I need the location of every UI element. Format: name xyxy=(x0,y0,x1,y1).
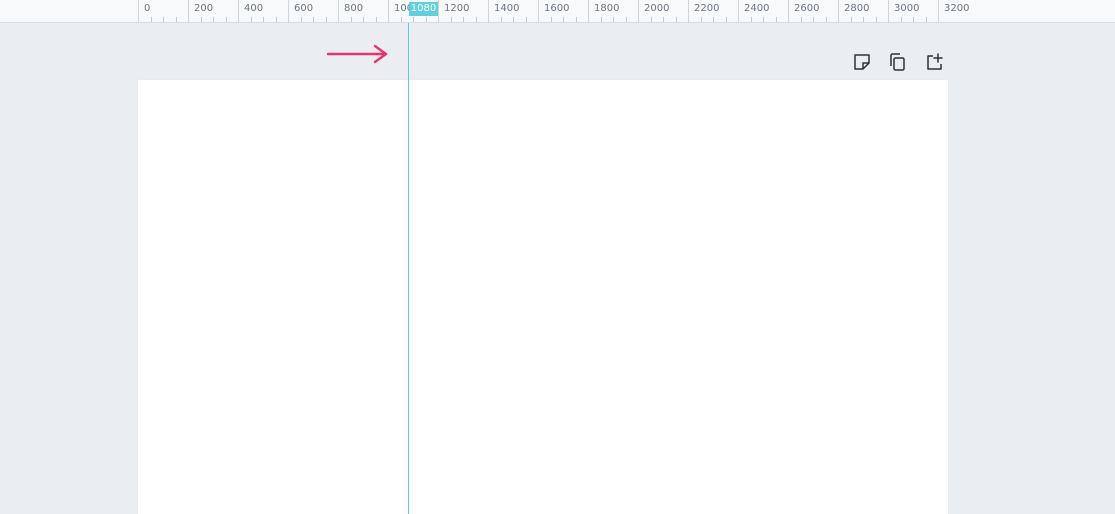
ruler-major-tick xyxy=(538,0,539,23)
add-page-icon xyxy=(923,51,945,73)
ruler-major-tick xyxy=(188,0,189,23)
ruler-minor-tick xyxy=(613,17,614,22)
ruler-minor-tick xyxy=(563,17,564,22)
ruler-minor-tick xyxy=(150,17,152,22)
ruler-label-3000: 3000 xyxy=(894,3,920,14)
ruler-label-2400: 2400 xyxy=(744,3,770,14)
ruler-minor-tick xyxy=(675,17,677,22)
ruler-major-tick xyxy=(238,0,239,23)
ruler-minor-tick xyxy=(850,17,852,22)
ruler-minor-tick xyxy=(713,17,714,22)
ruler-minor-tick xyxy=(163,17,164,22)
ruler-label-1200: 1200 xyxy=(444,3,470,14)
ruler-major-tick xyxy=(938,0,939,23)
ruler-minor-tick xyxy=(475,17,477,22)
ruler-minor-tick xyxy=(925,17,927,22)
ruler-major-tick xyxy=(738,0,739,23)
ruler-label-1600: 1600 xyxy=(544,3,570,14)
ruler-minor-tick xyxy=(663,17,664,22)
ruler-major-tick xyxy=(388,0,389,23)
ruler-minor-tick xyxy=(500,17,502,22)
ruler-minor-tick xyxy=(700,17,702,22)
ruler-major-tick xyxy=(688,0,689,23)
vertical-guide-line[interactable] xyxy=(408,23,409,514)
ruler-label-400: 400 xyxy=(244,3,264,14)
ruler-major-tick xyxy=(638,0,639,23)
ruler-major-tick xyxy=(838,0,839,23)
ruler-major-tick xyxy=(338,0,339,23)
guide-position-badge[interactable]: 1080 xyxy=(409,2,438,16)
ruler-minor-tick xyxy=(650,17,652,22)
ruler-minor-tick xyxy=(200,17,202,22)
duplicate-page-icon xyxy=(887,51,909,73)
ruler-minor-tick xyxy=(325,17,327,22)
ruler-label-2200: 2200 xyxy=(694,3,720,14)
ruler-minor-tick xyxy=(225,17,227,22)
add-note-icon xyxy=(851,51,873,73)
ruler-minor-tick xyxy=(263,17,264,22)
ruler-minor-tick xyxy=(813,17,814,22)
ruler-label-800: 800 xyxy=(344,3,364,14)
add-note-button[interactable] xyxy=(851,51,873,73)
arrow-right-icon xyxy=(326,44,390,70)
ruler-major-tick xyxy=(138,0,139,23)
ruler-label-2000: 2000 xyxy=(644,3,670,14)
ruler-minor-tick xyxy=(425,17,427,22)
ruler-minor-tick xyxy=(313,17,314,22)
ruler-major-tick xyxy=(488,0,489,23)
ruler-minor-tick xyxy=(250,17,252,22)
ruler-major-tick xyxy=(888,0,889,23)
ruler-minor-tick xyxy=(400,17,402,22)
ruler-minor-tick xyxy=(413,17,414,22)
ruler-label-600: 600 xyxy=(294,3,314,14)
ruler-minor-tick xyxy=(775,17,777,22)
ruler-minor-tick xyxy=(825,17,827,22)
ruler-label-2600: 2600 xyxy=(794,3,820,14)
ruler-label-2800: 2800 xyxy=(844,3,870,14)
ruler-major-tick xyxy=(788,0,789,23)
ruler-minor-tick xyxy=(300,17,302,22)
ruler-minor-tick xyxy=(800,17,802,22)
ruler-label-1400: 1400 xyxy=(494,3,520,14)
ruler-minor-tick xyxy=(513,17,514,22)
ruler-major-tick xyxy=(438,0,439,23)
ruler-label-0: 0 xyxy=(144,3,151,14)
ruler-minor-tick xyxy=(913,17,914,22)
ruler-minor-tick xyxy=(463,17,464,22)
ruler-minor-tick xyxy=(763,17,764,22)
ruler-minor-tick xyxy=(350,17,352,22)
ruler-minor-tick xyxy=(525,17,527,22)
ruler-minor-tick xyxy=(275,17,277,22)
add-page-button[interactable] xyxy=(923,51,945,73)
ruler-label-3200: 3200 xyxy=(944,3,970,14)
ruler-major-tick xyxy=(288,0,289,23)
ruler-label-200: 200 xyxy=(194,3,214,14)
ruler-minor-tick xyxy=(575,17,577,22)
horizontal-ruler[interactable]: 0 200 400 600 800 100 1200 1400 1600 180… xyxy=(0,0,1115,23)
ruler-minor-tick xyxy=(175,17,177,22)
ruler-major-tick xyxy=(588,0,589,23)
ruler-minor-tick xyxy=(725,17,727,22)
ruler-label-1800: 1800 xyxy=(594,3,620,14)
ruler-minor-tick xyxy=(625,17,627,22)
ruler-minor-tick xyxy=(600,17,602,22)
ruler-minor-tick xyxy=(900,17,902,22)
ruler-minor-tick xyxy=(213,17,214,22)
ruler-minor-tick xyxy=(450,17,452,22)
ruler-minor-tick xyxy=(363,17,364,22)
ruler-minor-tick xyxy=(750,17,752,22)
ruler-minor-tick xyxy=(375,17,377,22)
ruler-minor-tick xyxy=(863,17,864,22)
ruler-minor-tick xyxy=(875,17,877,22)
duplicate-page-button[interactable] xyxy=(887,51,909,73)
ruler-minor-tick xyxy=(550,17,552,22)
design-page[interactable] xyxy=(138,80,948,514)
